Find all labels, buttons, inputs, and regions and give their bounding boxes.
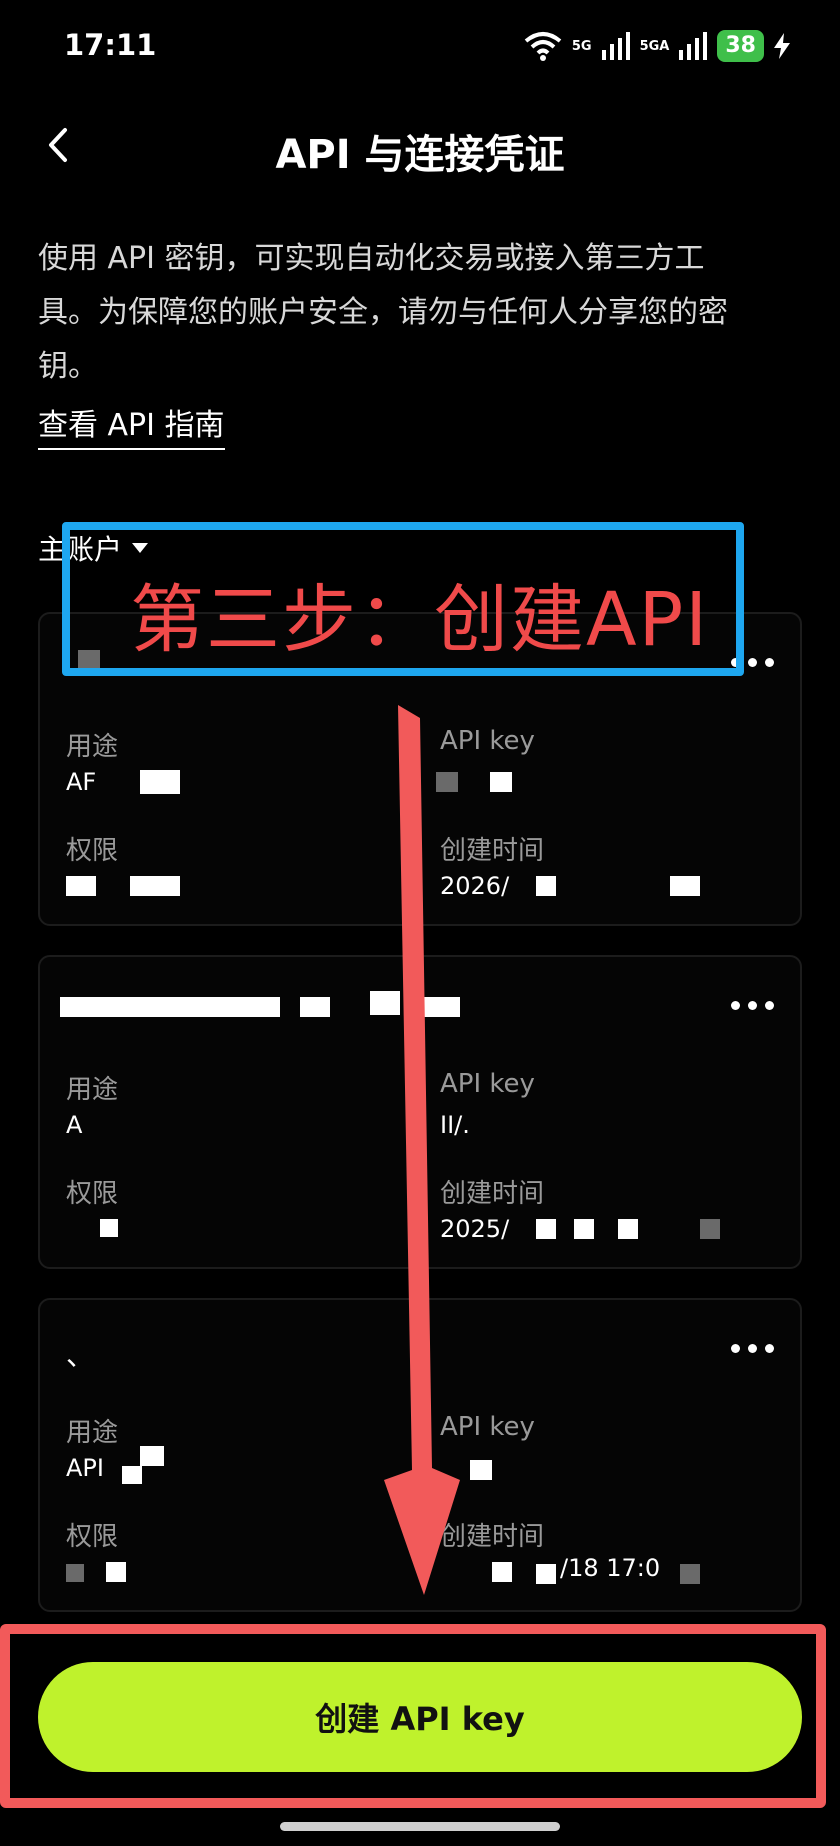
page: 17:11 5G 5GA 38 API 与连接凭证 使用 API 密钥，可实现自… [0, 0, 840, 1846]
intro-line: 钥。 [38, 349, 98, 384]
usage-value: A [66, 1111, 83, 1139]
intro-line: 使用 API 密钥，可实现自动化交易或接入第三方工 [38, 241, 705, 276]
permission-label: 权限 [66, 836, 119, 866]
signal-icon [601, 32, 630, 60]
network-label-2: 5GA [639, 38, 670, 54]
battery-indicator: 38 [717, 30, 764, 62]
dot [748, 658, 757, 667]
redaction [700, 1219, 720, 1239]
dot [765, 658, 774, 667]
dot [765, 1344, 774, 1353]
status-bar: 17:11 5G 5GA 38 [0, 0, 840, 96]
permission-label: 权限 [66, 1179, 119, 1209]
wifi-icon [524, 32, 562, 61]
intro-line: 具。为保障您的账户安全，请勿与任何人分享您的密 [38, 295, 728, 330]
charging-icon [774, 33, 790, 59]
redaction [60, 997, 180, 1017]
signal-icon [679, 32, 708, 60]
permission-label: 权限 [66, 1522, 119, 1552]
redaction [130, 876, 180, 896]
annotation-step-text: 第三步：创建API [130, 577, 710, 663]
redaction [536, 876, 556, 896]
redaction [140, 1446, 164, 1466]
api-guide-link[interactable]: 查看 API 指南 [38, 400, 225, 450]
redaction [536, 1219, 556, 1239]
annotation-arrow-icon [384, 705, 460, 1595]
redaction [300, 997, 330, 1017]
dot [765, 1001, 774, 1010]
annotation-highlight-box [0, 1624, 826, 1808]
redaction [680, 1564, 700, 1584]
network-label-1: 5G [571, 38, 592, 54]
usage-label: 用途 [66, 1075, 119, 1105]
more-options-button[interactable] [731, 1001, 774, 1010]
card-name: 、 [66, 1339, 95, 1372]
redaction [140, 770, 180, 794]
dot [748, 1001, 757, 1010]
dot [748, 1344, 757, 1353]
redaction [536, 1564, 556, 1584]
redaction [100, 1219, 118, 1237]
redaction [66, 876, 96, 896]
usage-label: 用途 [66, 1418, 119, 1448]
status-icons: 5G 5GA 38 [524, 26, 790, 66]
home-indicator [280, 1822, 560, 1831]
usage-label: 用途 [66, 732, 119, 762]
status-time: 17:11 [64, 28, 157, 62]
dot [731, 1001, 740, 1010]
created-time-value: /18 17:0 [560, 1554, 661, 1582]
dot [731, 1344, 740, 1353]
redaction [122, 1466, 142, 1484]
header: API 与连接凭证 [0, 110, 840, 180]
redaction [492, 1562, 512, 1582]
redaction [618, 1219, 638, 1239]
more-options-button[interactable] [731, 1344, 774, 1353]
page-title: API 与连接凭证 [275, 132, 565, 178]
usage-value: AF [66, 768, 97, 796]
redaction [574, 1219, 594, 1239]
intro-description: 使用 API 密钥，可实现自动化交易或接入第三方工 具。为保障您的账户安全，请勿… [38, 232, 798, 394]
redaction [180, 997, 280, 1017]
redaction [490, 772, 512, 792]
redaction [66, 1564, 84, 1582]
redaction [670, 876, 700, 896]
redaction [106, 1562, 126, 1582]
usage-value: API [66, 1454, 104, 1482]
